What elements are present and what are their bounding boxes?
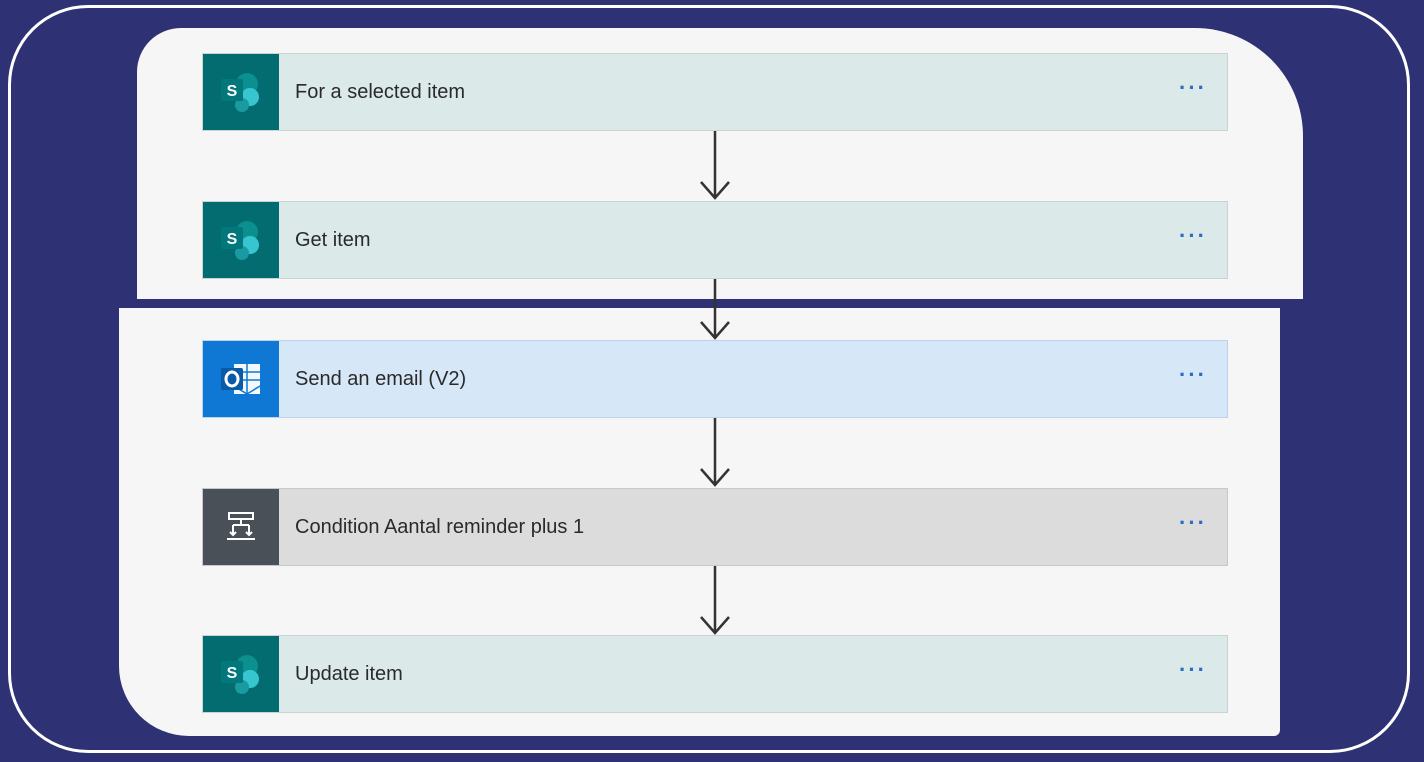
step-card-for-a-selected-item[interactable]: S For a selected item ···: [202, 53, 1228, 131]
step-label: Send an email (V2): [295, 367, 467, 390]
step-card-condition[interactable]: Condition Aantal reminder plus 1 ···: [202, 488, 1228, 566]
arrow-down-icon: [700, 131, 730, 200]
step-card-send-an-email[interactable]: Send an email (V2) ···: [202, 340, 1228, 418]
sharepoint-icon: S: [203, 636, 279, 712]
sharepoint-icon: S: [203, 202, 279, 278]
more-options-button[interactable]: ···: [1167, 512, 1207, 536]
more-options-button[interactable]: ···: [1167, 225, 1207, 249]
condition-icon: [203, 489, 279, 565]
step-card-update-item[interactable]: S Update item ···: [202, 635, 1228, 713]
step-label: Get item: [295, 228, 371, 251]
svg-text:S: S: [227, 83, 238, 100]
outlook-icon: [203, 341, 279, 417]
arrow-down-icon: [700, 566, 730, 635]
step-label: Condition Aantal reminder plus 1: [295, 515, 585, 538]
sharepoint-icon: S: [203, 54, 279, 130]
step-label: For a selected item: [295, 80, 466, 103]
more-options-button[interactable]: ···: [1167, 659, 1207, 683]
more-options-button[interactable]: ···: [1167, 77, 1207, 101]
step-label: Update item: [295, 662, 403, 685]
more-options-button[interactable]: ···: [1167, 364, 1207, 388]
arrow-down-icon: [700, 279, 730, 340]
arrow-down-icon: [700, 418, 730, 487]
svg-text:S: S: [227, 665, 238, 682]
step-card-get-item[interactable]: S Get item ···: [202, 201, 1228, 279]
svg-text:S: S: [227, 231, 238, 248]
